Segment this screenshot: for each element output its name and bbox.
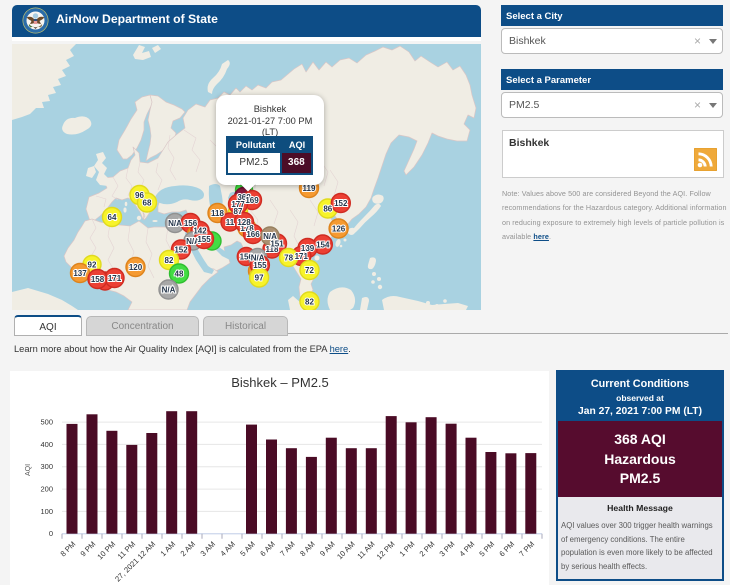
svg-text:1 AM: 1 AM — [159, 540, 178, 559]
svg-text:Bishkek – PM2.5: Bishkek – PM2.5 — [231, 375, 329, 390]
svg-text:N/A: N/A — [168, 219, 182, 228]
svg-text:155: 155 — [253, 261, 267, 270]
svg-text:1 PM: 1 PM — [398, 540, 417, 559]
svg-text:9 PM: 9 PM — [79, 540, 98, 559]
svg-text:118: 118 — [211, 209, 224, 218]
svg-text:N/A: N/A — [162, 286, 176, 295]
svg-text:82: 82 — [305, 298, 314, 307]
svg-text:171: 171 — [295, 252, 309, 261]
svg-text:400: 400 — [40, 440, 53, 449]
svg-text:169: 169 — [245, 196, 259, 205]
svg-text:12 PM: 12 PM — [375, 540, 397, 562]
svg-text:4 PM: 4 PM — [458, 540, 477, 559]
svg-text:64: 64 — [108, 213, 117, 222]
svg-text:6 PM: 6 PM — [497, 540, 516, 559]
svg-text:82: 82 — [165, 256, 174, 265]
svg-text:97: 97 — [255, 274, 264, 283]
svg-text:171: 171 — [108, 274, 122, 283]
svg-text:7 PM: 7 PM — [517, 540, 536, 559]
svg-text:126: 126 — [332, 225, 346, 234]
svg-text:300: 300 — [40, 462, 53, 471]
svg-text:152: 152 — [174, 246, 188, 255]
svg-text:128: 128 — [237, 218, 251, 227]
svg-text:7 AM: 7 AM — [278, 540, 297, 559]
svg-text:119: 119 — [303, 184, 316, 193]
svg-text:11 AM: 11 AM — [355, 540, 376, 561]
svg-text:120: 120 — [129, 263, 143, 272]
svg-text:2 PM: 2 PM — [418, 540, 437, 559]
svg-text:0: 0 — [49, 529, 53, 538]
svg-text:10 PM: 10 PM — [95, 540, 117, 562]
svg-text:154: 154 — [316, 241, 330, 250]
svg-text:92: 92 — [88, 261, 97, 270]
svg-text:100: 100 — [40, 507, 53, 516]
svg-text:86: 86 — [323, 205, 332, 214]
svg-text:6 AM: 6 AM — [258, 540, 277, 559]
svg-text:72: 72 — [305, 266, 314, 275]
svg-text:87: 87 — [234, 207, 243, 216]
svg-text:48: 48 — [175, 270, 184, 279]
svg-text:78: 78 — [284, 254, 293, 263]
svg-text:9 AM: 9 AM — [318, 540, 337, 559]
svg-text:8 AM: 8 AM — [298, 540, 317, 559]
svg-text:11: 11 — [226, 218, 235, 227]
svg-text:155: 155 — [197, 235, 211, 244]
svg-text:8 PM: 8 PM — [59, 540, 78, 559]
svg-text:3 AM: 3 AM — [199, 540, 218, 559]
svg-text:5 AM: 5 AM — [238, 540, 257, 559]
svg-text:5 PM: 5 PM — [477, 540, 496, 559]
svg-text:N/A: N/A — [263, 232, 277, 241]
svg-text:2 AM: 2 AM — [179, 540, 198, 559]
svg-text:200: 200 — [40, 485, 53, 494]
svg-text:137: 137 — [73, 269, 87, 278]
svg-text:10 AM: 10 AM — [335, 540, 357, 562]
svg-text:158: 158 — [91, 275, 105, 284]
svg-text:3 PM: 3 PM — [438, 540, 457, 559]
svg-text:4 AM: 4 AM — [218, 540, 237, 559]
svg-text:166: 166 — [246, 230, 260, 239]
svg-text:68: 68 — [143, 199, 152, 208]
svg-text:AQI: AQI — [25, 464, 32, 476]
svg-text:500: 500 — [40, 418, 53, 427]
svg-text:152: 152 — [334, 199, 348, 208]
